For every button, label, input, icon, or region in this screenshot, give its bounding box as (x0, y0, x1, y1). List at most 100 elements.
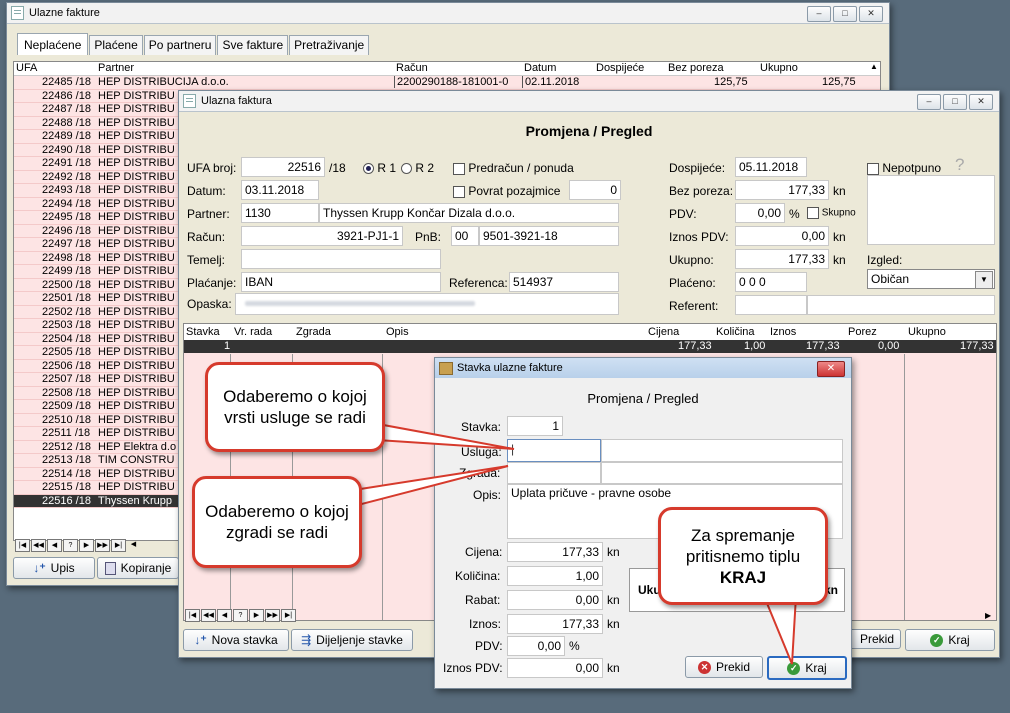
col-bez-poreza[interactable]: Bez poreza (668, 62, 724, 74)
kolicina-field[interactable]: 1,00 (507, 566, 603, 586)
nepotpuno-option[interactable]: Nepotpuno (867, 161, 941, 175)
tab-po-partneru[interactable]: Po partneru (143, 35, 217, 55)
scroll-up-icon[interactable]: ▲ (870, 62, 878, 71)
temelj-field[interactable] (241, 249, 441, 269)
dijeljenje-button[interactable]: ⇶ Dijeljenje stavke (291, 629, 413, 651)
prev-record-button[interactable]: ◀ (47, 539, 62, 552)
close-button[interactable]: ✕ (969, 94, 993, 110)
item-pdv-field[interactable]: 0,00 (507, 636, 565, 656)
pnb-field[interactable]: 9501-3921-18 (479, 226, 619, 246)
usluga-input[interactable]: | (507, 439, 601, 462)
bez-poreza-field[interactable]: 177,33 (735, 180, 829, 200)
scroll-right-icon[interactable]: ▶ (985, 611, 991, 620)
maximize-button[interactable]: □ (833, 6, 857, 22)
prev-page-button[interactable]: ◀◀ (31, 539, 46, 552)
ufa-number-field[interactable]: 22516 (241, 157, 325, 177)
r1-option[interactable]: R 1 (363, 161, 396, 175)
col-partner[interactable]: Partner (98, 62, 134, 74)
item-row-selected[interactable]: 1 177,33 1,00 177,33 0,00 177,33 (184, 340, 996, 353)
r2-radio[interactable] (401, 163, 412, 175)
referent-name-field[interactable] (807, 295, 995, 315)
predracun-option[interactable]: Predračun / ponuda (453, 161, 574, 175)
col-dospijece[interactable]: Dospijeće (596, 62, 644, 74)
col-kolicina[interactable]: Količina (716, 326, 755, 338)
col-ukupno[interactable]: Ukupno (760, 62, 798, 74)
opaska-field[interactable] (235, 293, 619, 315)
col-ufa[interactable]: UFA (16, 62, 37, 74)
pdv-field[interactable]: 0,00 (735, 203, 785, 223)
prev-record-button[interactable]: ◀ (217, 609, 232, 622)
col-stavka[interactable]: Stavka (186, 326, 220, 338)
col-datum[interactable]: Datum (524, 62, 556, 74)
ukupno-field[interactable]: 177,33 (735, 249, 829, 269)
iznos-pdv-field[interactable]: 0,00 (735, 226, 829, 246)
invoice-kraj-button[interactable]: ✓ Kraj (905, 629, 995, 651)
datum-field[interactable]: 03.11.2018 (241, 180, 319, 200)
tab-placene[interactable]: Plaćene (89, 35, 143, 55)
col-iznos[interactable]: Iznos (770, 326, 796, 338)
zgrada-name-field[interactable] (601, 462, 843, 484)
izgled-select[interactable]: Običan ▼ (867, 269, 995, 289)
placanje-field[interactable]: IBAN (241, 272, 441, 292)
search-record-button[interactable]: ? (63, 539, 78, 552)
nepotpuno-notes[interactable] (867, 175, 995, 245)
povrat-field[interactable]: 0 (569, 180, 621, 200)
stavka-field[interactable]: 1 (507, 416, 563, 436)
racun-field[interactable]: 3921-PJ1-1 (241, 226, 403, 246)
table-row[interactable]: 22485 /18 HEP DISTRIBUCIJA d.o.o. 220029… (14, 76, 880, 90)
chevron-down-icon[interactable]: ▼ (975, 271, 993, 288)
pnb-model-field[interactable]: 00 (451, 226, 479, 246)
col-ukupno[interactable]: Ukupno (908, 326, 946, 338)
scroll-left-icon[interactable]: ◀ (127, 539, 140, 550)
kopiranje-button[interactable]: Kopiranje (97, 557, 179, 579)
help-icon[interactable]: ? (955, 155, 964, 175)
cijena-field[interactable]: 177,33 (507, 542, 603, 562)
item-kraj-button[interactable]: ✓ Kraj (767, 656, 847, 680)
col-racun[interactable]: Račun (396, 62, 428, 74)
minimize-button[interactable]: – (917, 94, 941, 110)
col-vr-rada[interactable]: Vr. rada (234, 326, 272, 338)
predracun-checkbox[interactable] (453, 162, 465, 175)
tab-neplacene[interactable]: Neplaćene (17, 33, 89, 55)
skupno-option[interactable]: Skupno (807, 207, 856, 219)
r1-radio[interactable] (363, 163, 374, 175)
item-iznos-pdv-field[interactable]: 0,00 (507, 658, 603, 678)
search-record-button[interactable]: ? (233, 609, 248, 622)
nepotpuno-checkbox[interactable] (867, 162, 879, 175)
last-record-button[interactable]: ▶| (281, 609, 296, 622)
next-page-button[interactable]: ▶▶ (95, 539, 110, 552)
close-button[interactable]: ✕ (817, 361, 845, 377)
nova-stavka-button[interactable]: ↓⁺ Nova stavka (183, 629, 289, 651)
col-zgrada[interactable]: Zgrada (296, 326, 331, 338)
iznos-field[interactable]: 177,33 (507, 614, 603, 634)
minimize-button[interactable]: – (807, 6, 831, 22)
next-record-button[interactable]: ▶ (79, 539, 94, 552)
povrat-checkbox[interactable] (453, 185, 465, 198)
skupno-checkbox[interactable] (807, 207, 819, 219)
upis-button[interactable]: ↓⁺ Upis (13, 557, 95, 579)
placeno-field[interactable]: 0 0 0 (735, 272, 807, 292)
item-prekid-button[interactable]: ✕ Prekid (685, 656, 763, 678)
col-cijena[interactable]: Cijena (648, 326, 679, 338)
rabat-field[interactable]: 0,00 (507, 590, 603, 610)
first-record-button[interactable]: |◀ (185, 609, 200, 622)
col-porez[interactable]: Porez (848, 326, 877, 338)
next-page-button[interactable]: ▶▶ (265, 609, 280, 622)
maximize-button[interactable]: □ (943, 94, 967, 110)
first-record-button[interactable]: |◀ (15, 539, 30, 552)
zgrada-input[interactable] (507, 462, 601, 484)
col-opis[interactable]: Opis (386, 326, 409, 338)
partner-code-field[interactable]: 1130 (241, 203, 319, 223)
referent-code-field[interactable] (735, 295, 807, 315)
prev-page-button[interactable]: ◀◀ (201, 609, 216, 622)
r2-option[interactable]: R 2 (401, 161, 434, 175)
referenca-field[interactable]: 514937 (509, 272, 619, 292)
tab-pretrazivanje[interactable]: Pretraživanje (289, 35, 370, 55)
usluga-name-field[interactable] (601, 439, 843, 462)
partner-name-field[interactable]: Thyssen Krupp Končar Dizala d.o.o. (319, 203, 619, 223)
povrat-option[interactable]: Povrat pozajmice (453, 184, 560, 198)
tab-sve-fakture[interactable]: Sve fakture (217, 35, 289, 55)
dospijece-field[interactable]: 05.11.2018 (735, 157, 807, 177)
last-record-button[interactable]: ▶| (111, 539, 126, 552)
next-record-button[interactable]: ▶ (249, 609, 264, 622)
